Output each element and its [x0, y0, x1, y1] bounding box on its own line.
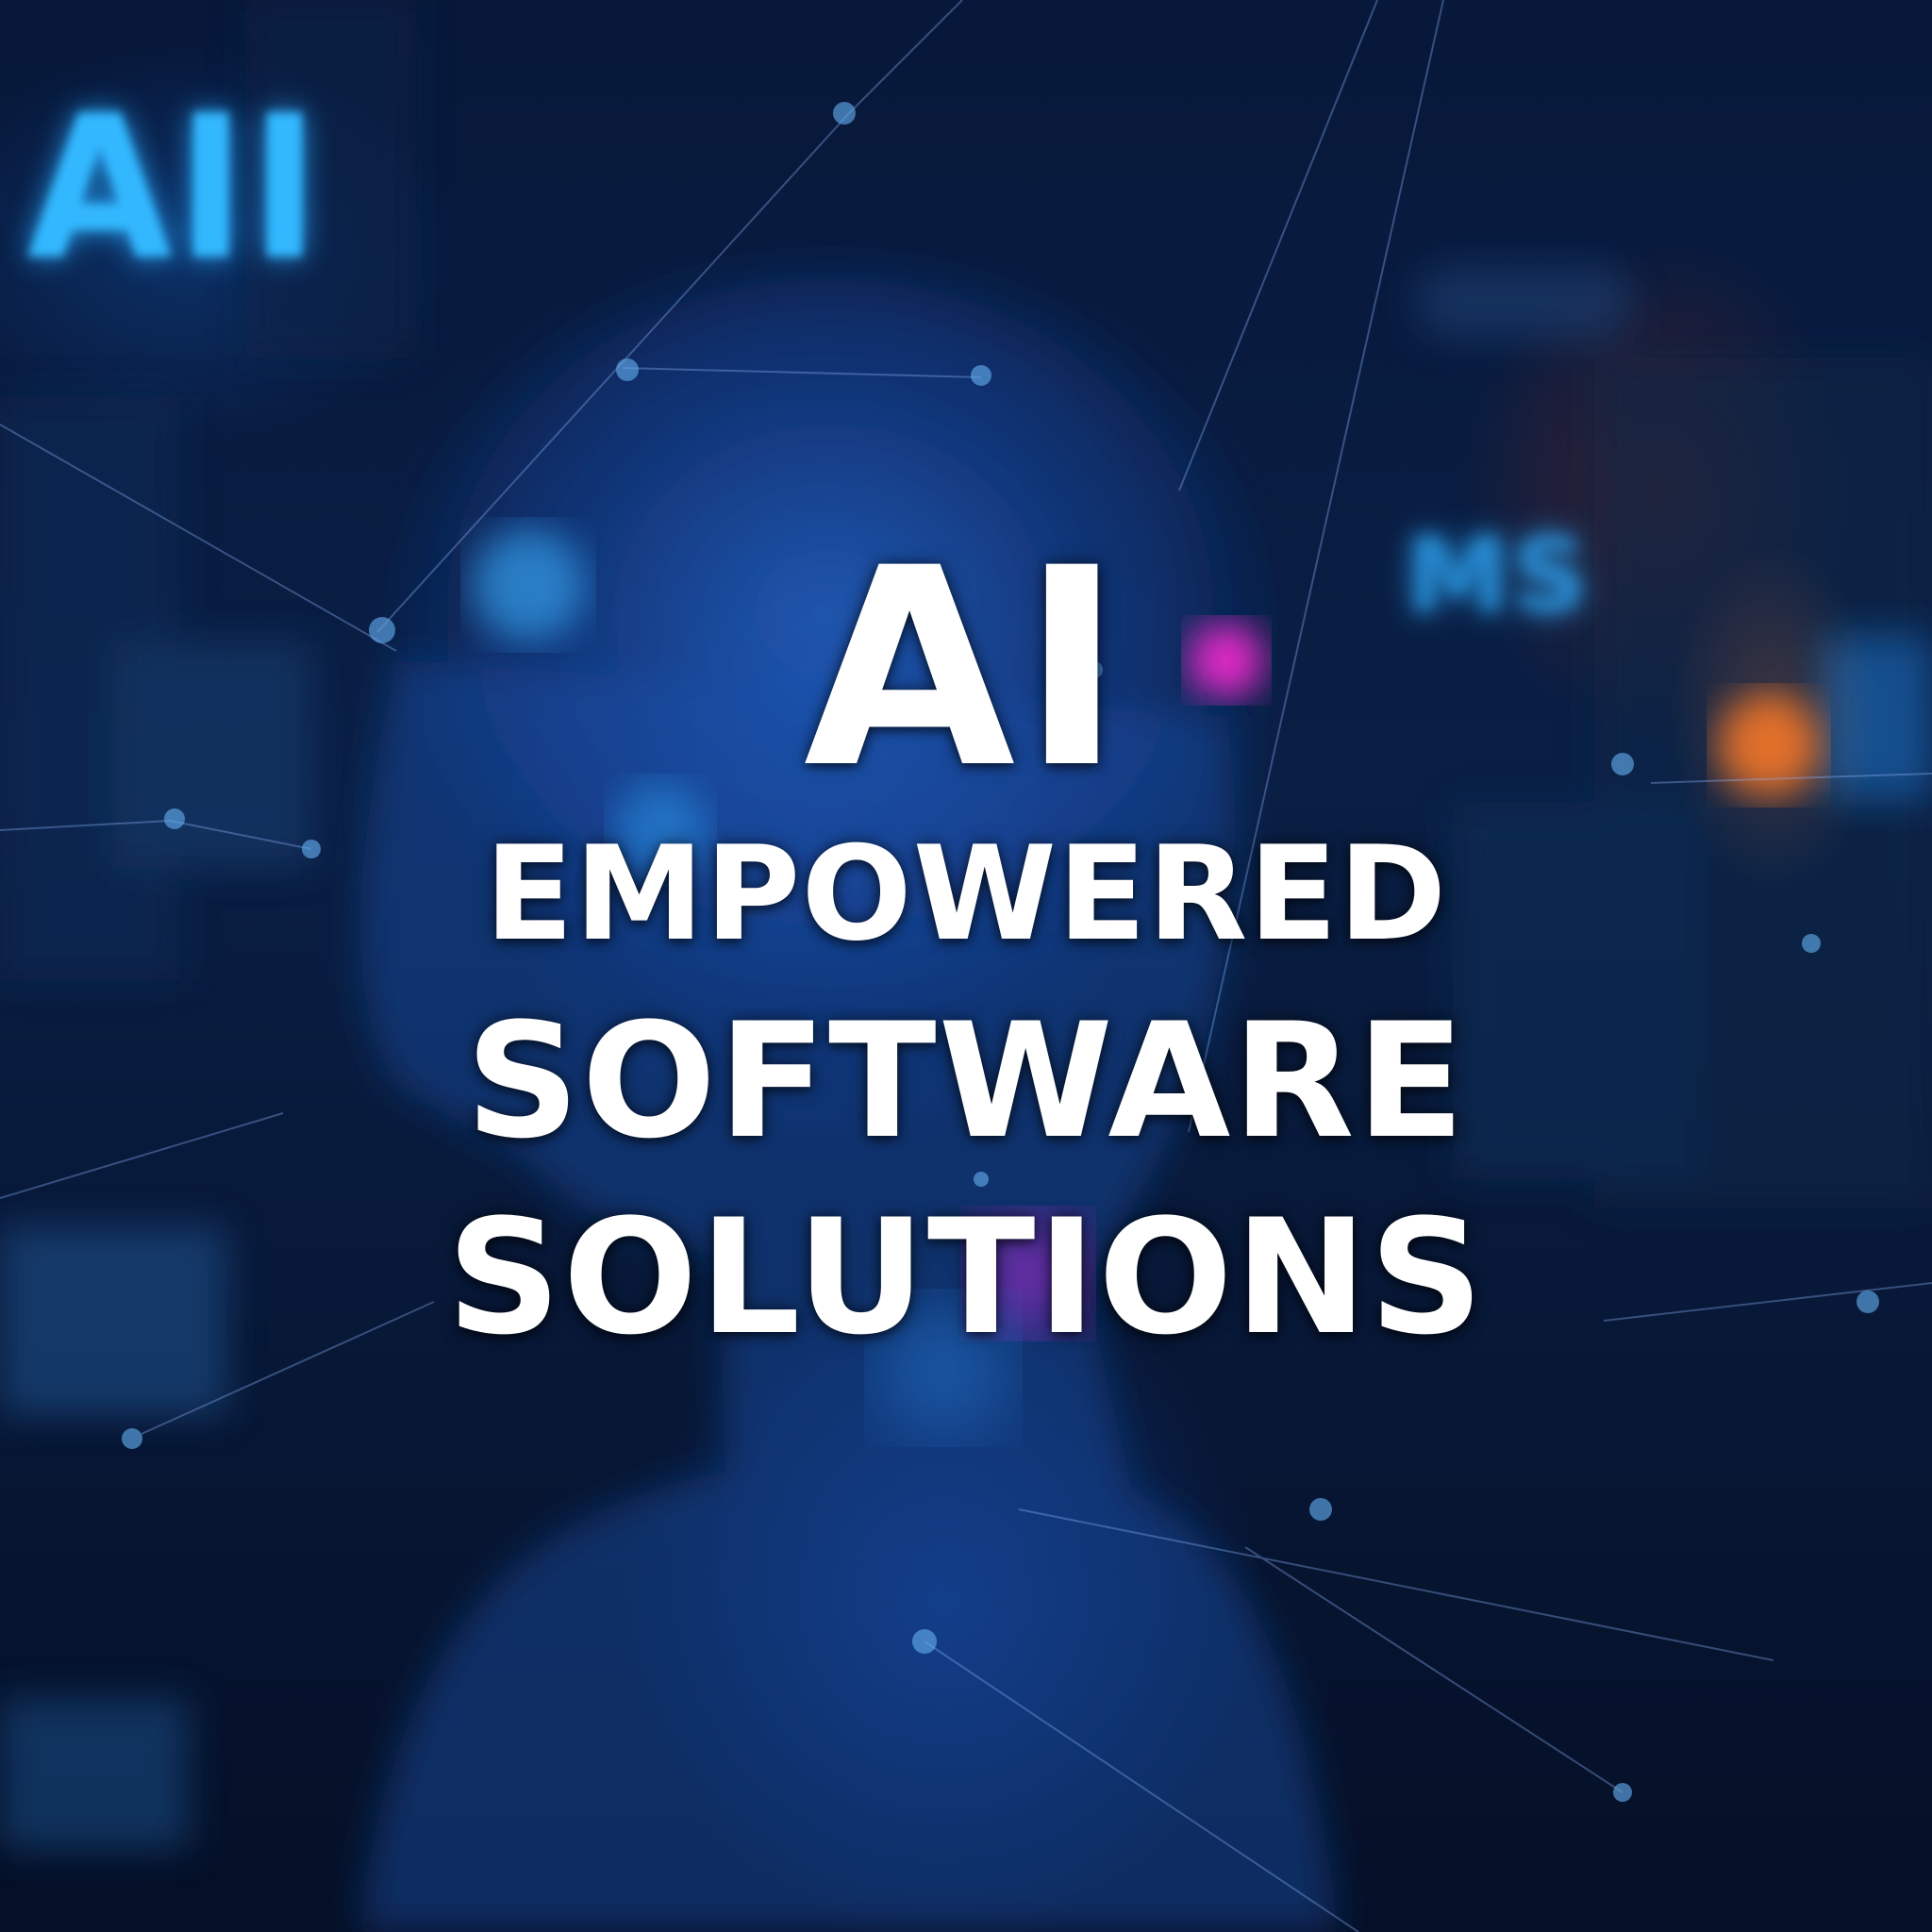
poster-canvas: AII MS AI EMPOWERED SOFTWARE SOLUTIONS: [0, 0, 1932, 1932]
headline-line-solutions: SOLUTIONS: [446, 1185, 1486, 1370]
headline: AI EMPOWERED SOFTWARE SOLUTIONS: [0, 528, 1932, 1372]
headline-line-empowered: EMPOWERED: [484, 818, 1448, 970]
background-ai-sign: AII: [26, 73, 324, 304]
headline-line-ai: AI: [803, 510, 1129, 828]
headline-line-software: SOFTWARE: [465, 989, 1467, 1174]
